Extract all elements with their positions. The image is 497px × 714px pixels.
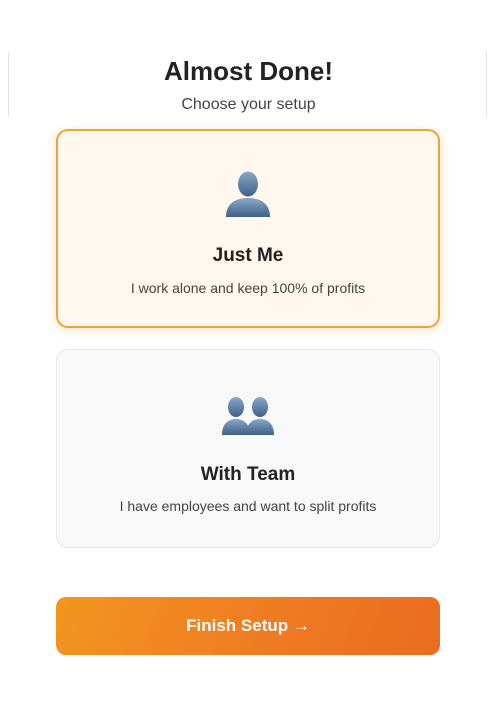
- option-title: Just Me: [212, 245, 284, 266]
- option-title: With Team: [200, 464, 296, 485]
- option-card-with-team[interactable]: With Team I have employees and want to s…: [56, 349, 440, 548]
- page-subtitle: Choose your setup: [181, 96, 316, 113]
- page-title: Almost Done!: [164, 56, 333, 86]
- option-description: I work alone and keep 100% of profits: [130, 280, 366, 296]
- option-card-just-me[interactable]: Just Me I work alone and keep 100% of pr…: [56, 129, 440, 328]
- two-people-silhouette-icon: [57, 395, 439, 445]
- finish-setup-button[interactable]: Finish Setup →: [56, 597, 440, 655]
- option-description: I have employees and want to split profi…: [119, 498, 377, 514]
- setup-page: Almost Done! Choose your setup Just Me I…: [0, 0, 497, 714]
- person-silhouette-icon: [58, 169, 438, 219]
